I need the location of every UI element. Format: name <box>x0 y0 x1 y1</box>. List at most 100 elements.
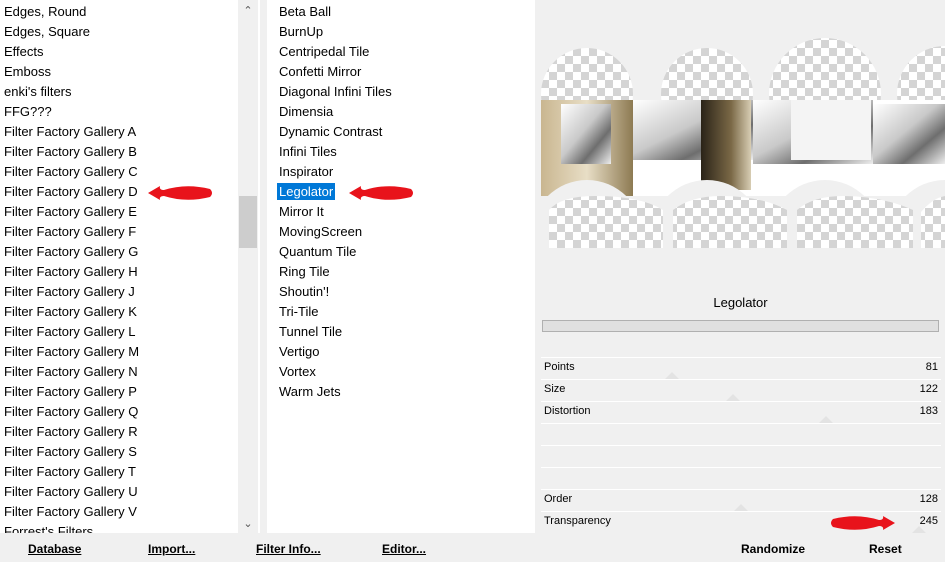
filter-title: Legolator <box>541 289 940 319</box>
editor-button[interactable]: Editor... <box>382 542 426 556</box>
filter-item[interactable]: Centripedal Tile <box>267 42 392 62</box>
filter-item[interactable]: Inspirator <box>267 162 392 182</box>
parameter-panel: Points 81 Size 122 Distortion 183 Order 128 Tran… <box>541 357 941 533</box>
category-item[interactable]: Filter Factory Gallery C <box>0 162 139 182</box>
parameter-slider[interactable] <box>541 445 941 467</box>
parameter-slider[interactable]: Order 128 <box>541 489 941 511</box>
slider-thumb[interactable] <box>818 416 833 423</box>
category-label: Edges, Round <box>4 4 87 19</box>
category-item[interactable]: FFG??? <box>0 102 139 122</box>
category-item[interactable]: Filter Factory Gallery U <box>0 482 139 502</box>
randomize-button[interactable]: Randomize <box>741 542 805 556</box>
parameter-slider[interactable]: Size 122 <box>541 379 941 401</box>
parameter-label: Points <box>544 361 575 373</box>
filter-label: MovingScreen <box>279 224 363 239</box>
category-item[interactable]: Filter Factory Gallery F <box>0 222 139 242</box>
category-item[interactable]: Filter Factory Gallery S <box>0 442 139 462</box>
filter-item[interactable]: Confetti Mirror <box>267 62 392 82</box>
filter-item[interactable]: Dimensia <box>267 102 392 122</box>
category-item[interactable]: Filter Factory Gallery A <box>0 122 139 142</box>
filter-label: Dynamic Contrast <box>279 124 383 139</box>
category-scrollbar[interactable]: ⌃ ⌄ <box>238 0 258 533</box>
slider-thumb[interactable] <box>911 526 926 533</box>
database-button[interactable]: Database <box>28 542 81 556</box>
filter-item[interactable]: Mirror It <box>267 202 392 222</box>
scroll-thumb[interactable] <box>239 196 257 248</box>
category-item[interactable]: Forrest's Filters <box>0 522 139 533</box>
category-item[interactable]: Filter Factory Gallery P <box>0 382 139 402</box>
bottom-toolbar-right: Randomize Reset <box>541 536 945 562</box>
filter-item[interactable]: Vortex <box>267 362 392 382</box>
parameter-label: Order <box>544 493 573 505</box>
scroll-up-icon[interactable]: ⌃ <box>238 0 258 20</box>
filter-item[interactable]: MovingScreen <box>267 222 392 242</box>
category-label: Filter Factory Gallery C <box>4 164 138 179</box>
bottom-toolbar-left: Database Import... Filter Info... Editor… <box>0 536 535 562</box>
category-label: Filter Factory Gallery J <box>4 284 135 299</box>
filter-item[interactable]: BurnUp <box>267 22 392 42</box>
reset-button[interactable]: Reset <box>869 542 902 556</box>
category-item[interactable]: Filter Factory Gallery V <box>0 502 139 522</box>
category-label: Filter Factory Gallery K <box>4 304 137 319</box>
filter-label: BurnUp <box>279 24 324 39</box>
filter-list[interactable]: Beta Ball BurnUp Centripedal Tile Confetti … <box>267 0 535 533</box>
filter-label: Inspirator <box>279 164 334 179</box>
import-button[interactable]: Import... <box>148 542 195 556</box>
filter-item[interactable]: Tri-Tile <box>267 302 392 322</box>
filter-item[interactable]: Quantum Tile <box>267 242 392 262</box>
category-item[interactable]: Filter Factory Gallery R <box>0 422 139 442</box>
slider-thumb[interactable] <box>664 372 679 379</box>
category-item[interactable]: Filter Factory Gallery E <box>0 202 139 222</box>
category-label: Filter Factory Gallery S <box>4 444 137 459</box>
category-label: Filter Factory Gallery H <box>4 264 138 279</box>
category-item[interactable]: Filter Factory Gallery J <box>0 282 139 302</box>
filter-info-button[interactable]: Filter Info... <box>256 542 321 556</box>
filter-item[interactable]: Tunnel Tile <box>267 322 392 342</box>
category-item[interactable]: Filter Factory Gallery K <box>0 302 139 322</box>
filter-label: Tunnel Tile <box>279 324 343 339</box>
filter-item[interactable]: Diagonal Infini Tiles <box>267 82 392 102</box>
filter-label: Infini Tiles <box>279 144 337 159</box>
slider-thumb[interactable] <box>734 504 748 511</box>
parameter-value: 122 <box>919 383 938 395</box>
filter-item[interactable]: Shoutin'! <box>267 282 392 302</box>
parameter-slider[interactable] <box>541 423 941 445</box>
category-item[interactable]: enki's filters <box>0 82 139 102</box>
parameter-slider[interactable]: Points 81 <box>541 357 941 379</box>
category-item[interactable]: Filter Factory Gallery N <box>0 362 139 382</box>
category-label: Filter Factory Gallery F <box>4 224 137 239</box>
category-item[interactable]: Emboss <box>0 62 139 82</box>
filter-item[interactable]: Vertigo <box>267 342 392 362</box>
category-label: Filter Factory Gallery P <box>4 384 137 399</box>
filter-item[interactable]: Ring Tile <box>267 262 392 282</box>
category-item[interactable]: Edges, Round <box>0 2 139 22</box>
category-item[interactable]: Filter Factory Gallery M <box>0 342 139 362</box>
filter-label: Diagonal Infini Tiles <box>279 84 392 99</box>
filter-title-bar <box>542 320 939 332</box>
category-item[interactable]: Filter Factory Gallery H <box>0 262 139 282</box>
category-list[interactable]: Edges, Round Edges, Square Effects Emboss en… <box>0 0 260 533</box>
category-item[interactable]: Filter Factory Gallery G <box>0 242 139 262</box>
filter-item[interactable]: Dynamic Contrast <box>267 122 392 142</box>
category-item[interactable]: Filter Factory Gallery D <box>0 182 139 202</box>
parameter-slider[interactable]: Distortion 183 <box>541 401 941 423</box>
filter-label: Legolator <box>277 183 336 200</box>
parameter-slider[interactable] <box>541 467 941 489</box>
category-item[interactable]: Filter Factory Gallery B <box>0 142 139 162</box>
category-item[interactable]: Filter Factory Gallery Q <box>0 402 139 422</box>
category-item[interactable]: Effects <box>0 42 139 62</box>
filter-label: Ring Tile <box>279 264 330 279</box>
scroll-down-icon[interactable]: ⌄ <box>238 513 258 533</box>
filter-item[interactable]: Beta Ball <box>267 2 392 22</box>
filter-label: Tri-Tile <box>279 304 319 319</box>
parameter-value: 183 <box>919 405 938 417</box>
slider-thumb[interactable] <box>726 394 741 401</box>
category-label: Forrest's Filters <box>4 524 94 533</box>
parameter-value: 128 <box>919 493 938 505</box>
filter-item[interactable]: Infini Tiles <box>267 142 392 162</box>
category-item[interactable]: Filter Factory Gallery T <box>0 462 139 482</box>
category-item[interactable]: Filter Factory Gallery L <box>0 322 139 342</box>
filter-item[interactable]: Warm Jets <box>267 382 392 402</box>
category-item[interactable]: Edges, Square <box>0 22 139 42</box>
filter-label: Vertigo <box>279 344 320 359</box>
